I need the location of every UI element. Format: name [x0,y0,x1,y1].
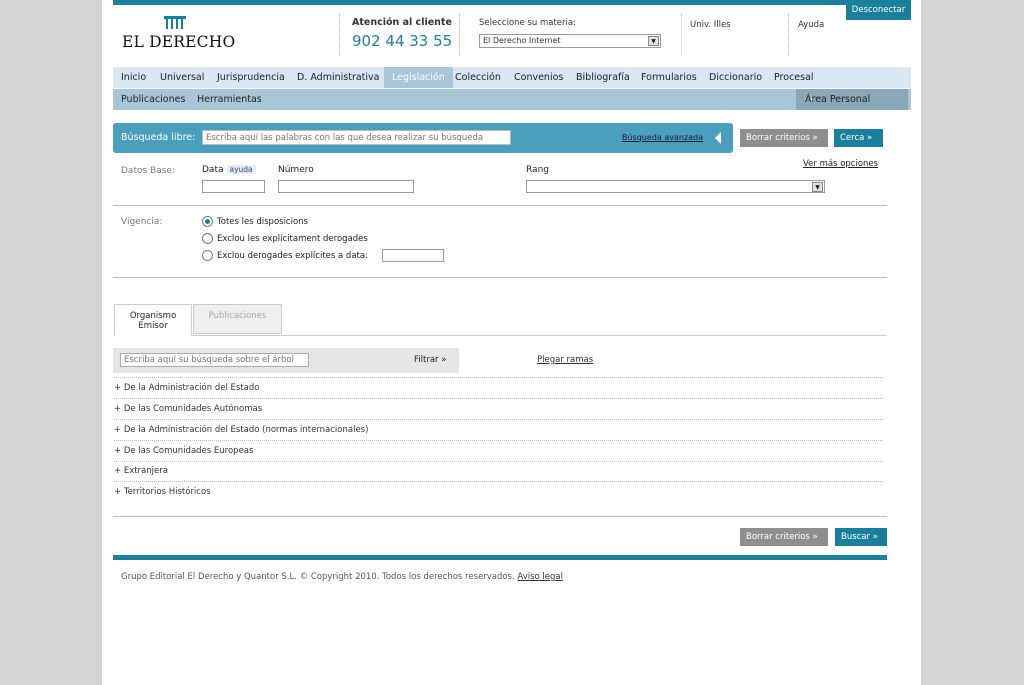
columns-logo-icon [164,16,186,29]
tree-item[interactable]: + De la Administración del Estado [114,378,883,399]
nav-item-inicio[interactable]: Inicio [121,67,146,88]
chevron-down-icon[interactable]: ▼ [812,182,823,192]
tab-publicaciones[interactable]: Publicaciones [193,304,282,334]
materia-label: Seleccione su materia: [479,18,576,28]
free-search-label: Búsqueda libre: [121,132,196,143]
data-input[interactable] [202,180,265,193]
tab-divider [113,335,887,336]
buscar-button[interactable]: Buscar » [835,528,887,546]
divider [339,14,340,56]
radio-exclou[interactable] [202,233,213,244]
nav-item-publicaciones[interactable]: Publicaciones [121,89,185,110]
legal-notice-link[interactable]: Aviso legal [517,572,563,582]
tab-organismo-emisor[interactable]: Organismo Emisor [114,304,192,336]
datos-base-label: Datos Base: [121,166,175,176]
nav-item-diccionario[interactable]: Diccionario [709,67,762,88]
radio-exclou-data[interactable] [202,250,213,261]
materia-select[interactable]: El Derecho Internet ▼ [479,34,661,48]
divider [113,277,887,278]
nav-item-jurisprudencia[interactable]: Jurisprudencia [217,67,285,88]
logo-text: EL DERECHO [122,33,236,51]
top-accent-bar [113,0,911,5]
ayuda-tag[interactable]: ayuda [226,165,256,174]
tree-item[interactable]: + Extranjera [114,461,883,482]
area-personal-label: Área Personal [805,94,871,105]
numero-label: Número [278,165,314,175]
radio-exclou-label: Exclou les explícitament derogades [217,234,368,244]
rang-label: Rang [526,165,549,175]
tree-item[interactable]: + De las Comunidades Europeas [114,441,883,462]
tree-item[interactable]: + De las Comunidades Autónomas [114,399,883,420]
divider [113,205,887,206]
divider [788,14,789,56]
collapse-branches-link[interactable]: Plegar ramas [537,355,593,365]
tree-item[interactable]: + De la Administración del Estado (norma… [114,420,883,441]
radio-totes-label: Totes les disposicions [217,217,308,227]
numero-input[interactable] [278,180,414,193]
tree-filter-input[interactable] [120,353,309,367]
nav-item-convenios[interactable]: Convenios [514,67,563,88]
nav-item-bibliografia[interactable]: Bibliografía [576,67,630,88]
radio-exclou-data-label: Exclou derogades explícites a data: [217,251,368,261]
chevron-down-icon[interactable]: ▼ [648,36,659,46]
nav-item-legislacion[interactable]: Legislación [384,67,453,88]
nav-item-universal[interactable]: Universal [160,67,204,88]
nav-item-coleccion[interactable]: Colección [455,67,501,88]
rang-select[interactable]: ▼ [526,180,825,193]
materia-selected-value: El Derecho Internet [483,36,561,45]
disconnect-button[interactable]: Desconectar [846,0,911,20]
divider [459,14,460,56]
collapse-arrow-icon[interactable] [715,132,721,144]
contact-label: Atención al cliente [352,17,452,28]
free-search-input[interactable] [202,130,511,145]
footer: Grupo Editorial El Derecho y Quantor S.L… [121,572,563,582]
more-options-link[interactable]: Ver más opciones [803,159,878,169]
tree-filter-box: Filtrar » [113,348,459,373]
nav-item-d-administrativa[interactable]: D. Administrativa [297,67,379,88]
secondary-nav: Publicaciones Herramientas → Área Persona… [113,89,911,110]
search-button[interactable]: Cerca » [834,129,883,147]
clear-criteria-button[interactable]: Borrar criterios » [740,129,828,147]
data-field-label: Data ayuda [202,165,256,175]
filter-button[interactable]: Filtrar » [414,355,446,365]
contact-phone: 902 44 33 55 [352,32,453,50]
nav-item-procesal[interactable]: Procesal [774,67,814,88]
page: Desconectar EL DERECHO Atención al clien… [102,0,921,685]
tree-item[interactable]: + Territorios Históricos [114,482,883,503]
clear-criteria-button-bottom[interactable]: Borrar criterios » [740,528,828,546]
vigencia-date-input[interactable] [382,249,444,262]
radio-totes[interactable] [202,216,213,227]
nav-item-formularios[interactable]: Formularios [641,67,697,88]
help-link[interactable]: Ayuda [798,20,824,30]
vigencia-label: Vigencia: [121,217,163,227]
data-label: Data [202,165,224,175]
footer-accent-bar [113,555,887,560]
free-search-bar: Búsqueda libre: Búsqueda avanzada [113,123,733,153]
site-logo[interactable]: EL DERECHO [122,16,236,52]
primary-nav: Inicio Universal Jurisprudencia D. Admin… [113,67,911,88]
user-link[interactable]: Univ. Illes [690,20,731,30]
nav-item-herramientas[interactable]: Herramientas [197,89,262,110]
area-personal-button[interactable]: → Área Personal [796,89,908,110]
copyright-text: Grupo Editorial El Derecho y Quantor S.L… [121,572,515,582]
divider [113,516,887,517]
advanced-search-link[interactable]: Búsqueda avanzada [622,133,703,142]
divider [681,14,682,56]
